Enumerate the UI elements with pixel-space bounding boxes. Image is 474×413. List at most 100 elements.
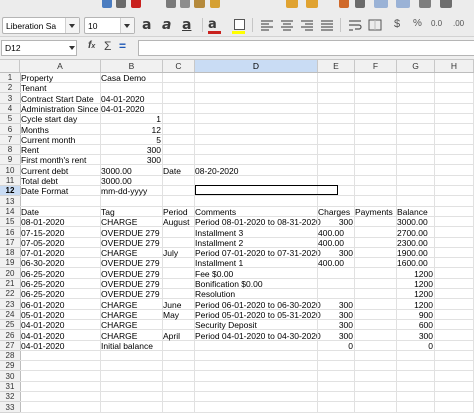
row-header-1[interactable]: 1 xyxy=(0,73,20,83)
row-header-31[interactable]: 31 xyxy=(0,382,20,392)
row-header-5[interactable]: 5 xyxy=(0,114,20,124)
cell-e27[interactable]: 0 xyxy=(317,341,354,351)
cell-g24[interactable]: 900 xyxy=(396,310,434,320)
highlight-color-icon[interactable] xyxy=(230,16,248,34)
row-header-21[interactable]: 21 xyxy=(0,279,20,289)
italic-icon[interactable]: a xyxy=(160,16,178,34)
column-header-c[interactable]: C xyxy=(163,60,195,72)
row-header-2[interactable]: 2 xyxy=(0,83,20,93)
paste-icon[interactable] xyxy=(194,0,205,8)
cell-b27[interactable]: Initial balance xyxy=(100,341,400,351)
row-header-11[interactable]: 11 xyxy=(0,176,20,186)
row-header-17[interactable]: 17 xyxy=(0,238,20,248)
row-header-29[interactable]: 29 xyxy=(0,361,20,371)
cell-g22[interactable]: 1200 xyxy=(396,289,434,299)
cell-g19[interactable]: 1600.00 xyxy=(396,258,474,268)
row-header-6[interactable]: 6 xyxy=(0,125,20,135)
cell-b6[interactable]: 12 xyxy=(100,125,162,135)
row-header-9[interactable]: 9 xyxy=(0,155,20,165)
cell-b7[interactable]: 5 xyxy=(100,135,162,145)
column-header-e[interactable]: E xyxy=(318,60,355,72)
sort-icon[interactable] xyxy=(419,0,431,8)
row-header-20[interactable]: 20 xyxy=(0,269,20,279)
cell-g23[interactable]: 1200 xyxy=(396,300,434,310)
underline-icon[interactable]: a xyxy=(180,16,198,34)
row-header-3[interactable]: 3 xyxy=(0,94,20,104)
chevron-down-icon[interactable] xyxy=(120,18,134,33)
column-header-a[interactable]: A xyxy=(20,60,101,72)
cell-b5[interactable]: 1 xyxy=(100,114,162,124)
justify-icon[interactable] xyxy=(318,16,336,34)
number-format-icon[interactable]: 0.0 xyxy=(430,16,448,34)
column-header-corner[interactable] xyxy=(0,60,20,72)
row-header-13[interactable]: 13 xyxy=(0,197,20,207)
add-decimal-icon[interactable]: .00 xyxy=(452,16,470,34)
column-header-b[interactable]: B xyxy=(101,60,163,72)
cell-g21[interactable]: 1200 xyxy=(396,279,434,289)
print-icon[interactable] xyxy=(116,0,126,8)
cell-g16[interactable]: 2700.00 xyxy=(396,228,474,238)
wrap-text-icon[interactable] xyxy=(346,16,364,34)
cell-e24[interactable]: 300 xyxy=(317,310,354,320)
align-left-icon[interactable] xyxy=(258,16,276,34)
align-center-icon[interactable] xyxy=(278,16,296,34)
cell-g17[interactable]: 2300.00 xyxy=(396,238,474,248)
formula-icon[interactable]: = xyxy=(119,39,126,53)
row-header-23[interactable]: 23 xyxy=(0,300,20,310)
cell-g14[interactable]: Balance xyxy=(396,207,474,217)
cell-a7[interactable]: Current month xyxy=(20,135,320,145)
row-header-28[interactable]: 28 xyxy=(0,351,20,361)
name-box[interactable]: D12 xyxy=(1,40,77,56)
row-header-8[interactable]: 8 xyxy=(0,145,20,155)
spelling-icon[interactable] xyxy=(355,0,365,8)
undo-icon[interactable] xyxy=(286,0,298,8)
chevron-down-icon[interactable] xyxy=(69,46,75,50)
cell-a6[interactable]: Months xyxy=(20,125,320,135)
column-icon[interactable] xyxy=(396,0,410,8)
merge-cells-icon[interactable] xyxy=(366,16,384,34)
row-header-4[interactable]: 4 xyxy=(0,104,20,114)
cell-grid[interactable]: 04-01-2020 Initial balance 0 0 04-01-2020 CHA… xyxy=(20,73,474,413)
cell-b3[interactable]: 04-01-2020 xyxy=(100,94,400,104)
cell-b8[interactable]: 300 xyxy=(100,145,162,155)
cell-e26[interactable]: 300 xyxy=(317,331,354,341)
row-header-10[interactable]: 10 xyxy=(0,166,20,176)
row-icon[interactable] xyxy=(374,0,388,8)
save-icon[interactable] xyxy=(102,0,112,8)
cell-e18[interactable]: 300 xyxy=(317,248,354,258)
row-header-16[interactable]: 16 xyxy=(0,228,20,238)
column-header-f[interactable]: F xyxy=(355,60,397,72)
row-header-14[interactable]: 14 xyxy=(0,207,20,217)
find-replace-icon[interactable] xyxy=(339,0,349,8)
pdf-export-icon[interactable] xyxy=(131,0,141,8)
cell-a5[interactable]: Cycle start day xyxy=(20,114,320,124)
row-header-30[interactable]: 30 xyxy=(0,372,20,382)
bold-icon[interactable]: a xyxy=(140,16,158,34)
percent-format-icon[interactable]: % xyxy=(410,16,428,34)
cell-a9[interactable]: First month's rent xyxy=(20,155,320,165)
font-color-icon[interactable]: a xyxy=(206,16,224,34)
cell-e15[interactable]: 300 xyxy=(317,217,354,227)
row-header-15[interactable]: 15 xyxy=(0,217,20,227)
row-header-12[interactable]: 12 xyxy=(0,186,20,196)
cell-e25[interactable]: 300 xyxy=(317,320,354,330)
column-header-d[interactable]: D xyxy=(195,60,318,72)
font-size-box[interactable]: 10 xyxy=(84,17,135,34)
font-name-box[interactable]: Liberation Sa xyxy=(2,17,80,34)
row-header-25[interactable]: 25 xyxy=(0,320,20,330)
cell-d10[interactable]: 08-20-2020 xyxy=(194,166,474,176)
sum-icon[interactable]: Σ xyxy=(104,39,111,53)
redo-icon[interactable] xyxy=(306,0,318,8)
row-header-24[interactable]: 24 xyxy=(0,310,20,320)
chevron-down-icon[interactable] xyxy=(65,18,79,33)
cell-g26[interactable]: 300 xyxy=(396,331,434,341)
row-header-19[interactable]: 19 xyxy=(0,258,20,268)
row-header-33[interactable]: 33 xyxy=(0,403,20,413)
cell-g27[interactable]: 0 xyxy=(396,341,434,351)
cell-b4[interactable]: 04-01-2020 xyxy=(100,104,400,114)
clone-formatting-icon[interactable] xyxy=(210,0,220,8)
column-header-g[interactable]: G xyxy=(397,60,435,72)
align-right-icon[interactable] xyxy=(298,16,316,34)
column-header-h[interactable]: H xyxy=(435,60,474,72)
cell-e23[interactable]: 300 xyxy=(317,300,354,310)
